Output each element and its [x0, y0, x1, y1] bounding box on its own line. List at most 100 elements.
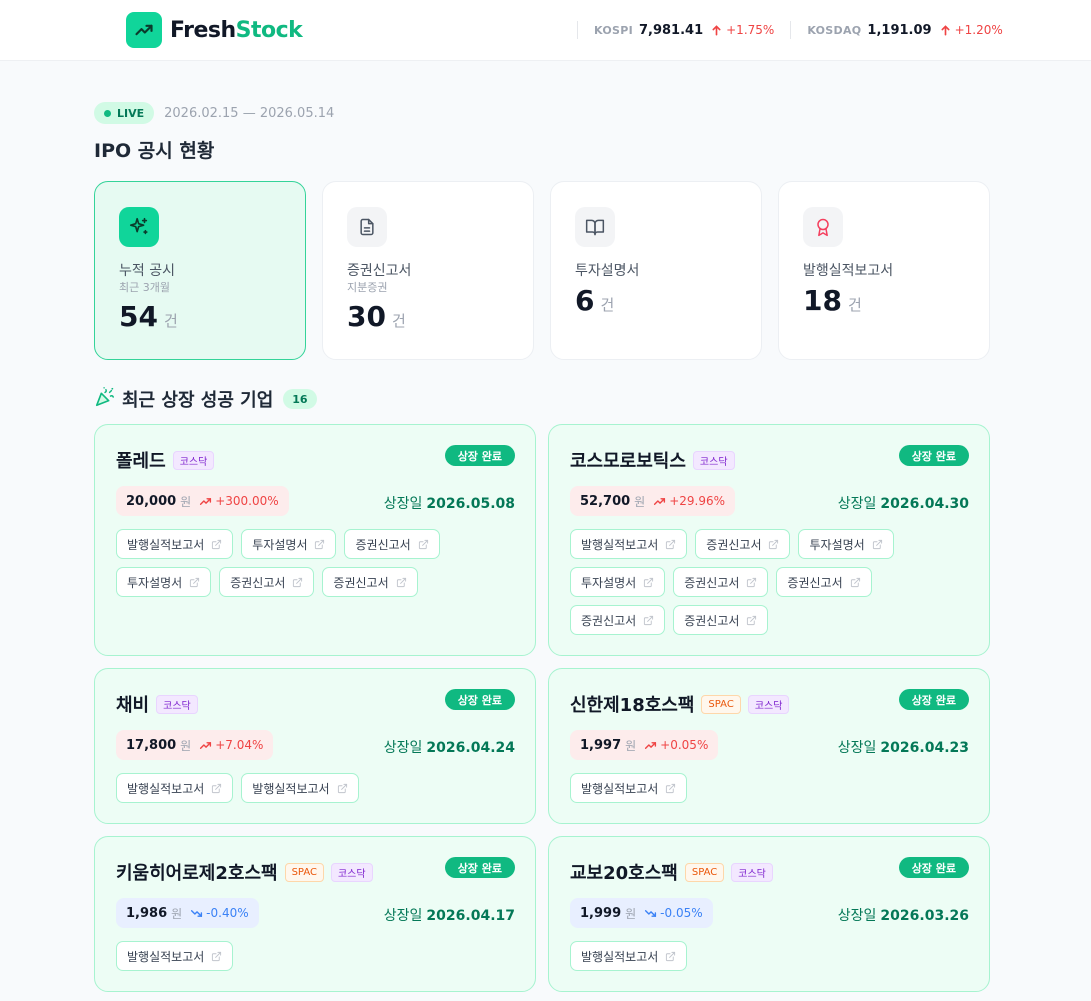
trend-down-icon — [191, 909, 203, 917]
company-card[interactable]: 키움히어로제2호스팩 SPAC 코스닥 상장 완료 1,986 원 -0.40% … — [94, 836, 536, 992]
market-tag: 코스닥 — [156, 694, 198, 714]
document-label: 발행실적보고서 — [581, 781, 659, 796]
document-label: 발행실적보고서 — [252, 781, 330, 796]
document-list: 발행실적보고서 증권신고서 투자설명서 투자설명서 증권신고서 증권신고서 증권신고서 증권신… — [570, 529, 970, 635]
listing-date: 상장일 2026.03.26 — [838, 905, 969, 925]
ticker-name: KOSPI — [594, 23, 633, 37]
price-value: 52,700 — [580, 493, 631, 509]
ticker-value: 7,981.41 — [638, 22, 704, 38]
document-link[interactable]: 증권신고서 — [344, 529, 440, 559]
document-link[interactable]: 증권신고서 — [673, 567, 769, 597]
stat-card-total[interactable]: 누적 공시 최근 3개월 54 건 — [94, 181, 306, 360]
company-header: 키움히어로제2호스팩 SPAC 코스닥 — [116, 859, 373, 885]
stat-value: 18 건 — [803, 284, 862, 317]
external-link-icon — [872, 539, 882, 549]
price-unit: 원 — [634, 494, 646, 509]
price-unit: 원 — [171, 906, 183, 921]
price-change: -0.05% — [644, 906, 703, 920]
document-link[interactable]: 발행실적보고서 — [570, 773, 688, 803]
sparkles-icon — [119, 207, 159, 247]
price-pill: 20,000 원 +300.00% — [116, 486, 289, 516]
document-label: 발행실적보고서 — [581, 537, 659, 552]
external-link-icon — [666, 783, 676, 793]
document-list: 발행실적보고서 — [116, 941, 516, 971]
status-badge: 상장 완료 — [898, 857, 969, 878]
status-badge: 상장 완료 — [898, 689, 969, 710]
stat-card-registration[interactable]: 증권신고서 지분증권 30 건 — [322, 181, 534, 360]
external-link-icon — [644, 577, 654, 587]
document-link[interactable]: 발행실적보고서 — [570, 941, 688, 971]
document-link[interactable]: 증권신고서 — [673, 605, 769, 635]
document-label: 투자설명서 — [809, 537, 865, 552]
document-link[interactable]: 증권신고서 — [776, 567, 872, 597]
company-card[interactable]: 신한제18호스팩 SPAC 코스닥 상장 완료 1,997 원 +0.05% 상장… — [548, 668, 990, 824]
brand-logo[interactable]: FreshStock — [126, 12, 303, 48]
stat-number: 18 — [803, 284, 842, 317]
price-change-value: -0.05% — [660, 906, 703, 920]
document-list: 발행실적보고서 — [570, 941, 970, 971]
price-value: 1,997 — [580, 737, 622, 753]
price-value: 20,000 — [126, 493, 177, 509]
price-change: +300.00% — [199, 494, 279, 508]
listing-date: 상장일 2026.05.08 — [384, 493, 515, 513]
stat-value: 30 건 — [347, 300, 406, 333]
stat-number: 54 — [119, 300, 158, 333]
stat-card-prospectus[interactable]: 투자설명서 6건 — [550, 181, 762, 360]
stat-card-issuance-report[interactable]: 발행실적보고서 18 건 — [778, 181, 990, 360]
market-tag: 코스닥 — [172, 450, 215, 470]
listing-date-value: 2026.04.17 — [426, 908, 515, 924]
external-link-icon — [666, 539, 676, 549]
document-link[interactable]: 투자설명서 — [241, 529, 337, 559]
document-link[interactable]: 투자설명서 — [116, 567, 212, 597]
document-link[interactable]: 투자설명서 — [570, 567, 666, 597]
price-change-value: -0.40% — [206, 906, 249, 920]
stat-label: 증권신고서 — [347, 263, 412, 279]
company-card[interactable]: 폴레드 코스닥 상장 완료 20,000 원 +300.00% 상장일 2026.… — [94, 424, 536, 656]
price-change-value: +0.05% — [660, 738, 709, 752]
price-unit: 원 — [625, 906, 637, 921]
document-link[interactable]: 증권신고서 — [219, 567, 315, 597]
document-link[interactable]: 증권신고서 — [570, 605, 666, 635]
arrow-up-icon — [941, 24, 950, 35]
stat-sub: 최근 3개월 — [119, 281, 170, 294]
company-card[interactable]: 교보20호스팩 SPAC 코스닥 상장 완료 1,999 원 -0.05% 상장일… — [548, 836, 990, 992]
trend-down-icon — [645, 909, 657, 917]
document-link[interactable]: 발행실적보고서 — [116, 941, 234, 971]
company-card[interactable]: 채비 코스닥 상장 완료 17,800 원 +7.04% 상장일 2026.04.… — [94, 668, 536, 824]
ticker-name: KOSDAQ — [807, 23, 862, 37]
brand-fresh: Fresh — [170, 17, 236, 43]
document-link[interactable]: 증권신고서 — [695, 529, 791, 559]
company-name: 코스모로보틱스 — [570, 451, 686, 472]
document-link[interactable]: 투자설명서 — [798, 529, 894, 559]
market-tag: 코스닥 — [731, 862, 773, 882]
stat-label: 누적 공시 — [119, 263, 175, 279]
company-name: 신한제18호스팩 — [570, 695, 695, 716]
stat-unit: 건 — [600, 296, 615, 314]
external-link-icon — [396, 577, 406, 587]
document-link[interactable]: 발행실적보고서 — [116, 529, 234, 559]
document-link[interactable]: 증권신고서 — [322, 567, 418, 597]
document-label: 증권신고서 — [787, 575, 843, 590]
ticker-value: 1,191.09 — [867, 22, 932, 38]
listing-date: 상장일 2026.04.17 — [384, 905, 515, 925]
trend-up-icon — [654, 497, 666, 505]
trend-up-icon — [200, 741, 212, 749]
document-link[interactable]: 발행실적보고서 — [241, 773, 359, 803]
document-label: 발행실적보고서 — [581, 949, 659, 964]
external-link-icon — [315, 539, 325, 549]
document-link[interactable]: 발행실적보고서 — [570, 529, 688, 559]
external-link-icon — [747, 615, 757, 625]
document-label: 발행실적보고서 — [127, 949, 205, 964]
price-pill: 52,700 원 +29.96% — [570, 486, 736, 516]
document-label: 투자설명서 — [127, 575, 183, 590]
recent-listings-header: 최근 상장 성공 기업 16 — [94, 386, 317, 412]
price-pill: 1,997 원 +0.05% — [570, 730, 719, 760]
company-card[interactable]: 코스모로보틱스 코스닥 상장 완료 52,700 원 +29.96% 상장일 20… — [548, 424, 990, 656]
company-name: 교보20호스팩 — [570, 863, 678, 884]
listing-date-value: 2026.05.08 — [426, 496, 515, 512]
document-link[interactable]: 발행실적보고서 — [116, 773, 234, 803]
stat-label: 발행실적보고서 — [803, 263, 894, 279]
listing-label: 상장일 — [383, 908, 423, 924]
price-change-value: +29.96% — [669, 494, 726, 508]
document-label: 투자설명서 — [581, 575, 637, 590]
